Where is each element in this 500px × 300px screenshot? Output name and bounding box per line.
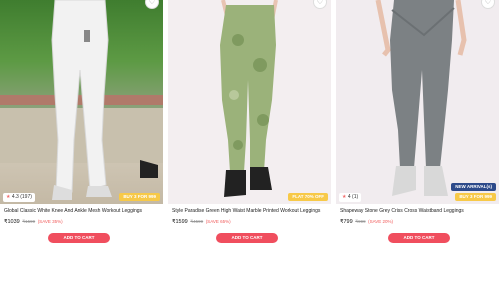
review-count: (197) [20, 194, 32, 200]
product-grid: ♡ ★ 4.3 (197) BUY 3 FOR 999 Global Class… [0, 0, 500, 245]
offer-badge: BUY 3 FOR 999 [119, 193, 160, 201]
new-arrival-badge: NEW ARRIVAL(s) [451, 183, 496, 191]
mrp-price: ₹1599 [22, 219, 36, 224]
model-photo [220, 0, 278, 197]
product-image[interactable]: ♡ ★ 4.3 (197) BUY 3 FOR 999 [0, 0, 163, 204]
product-image[interactable]: ♡ FLAT 70% OFF [168, 0, 331, 204]
review-count: (1) [352, 194, 359, 200]
rating-value: 4 [347, 194, 351, 200]
product-title[interactable]: Shapeway Stone Grey Criss Cross Waistban… [340, 208, 498, 214]
discount-label: (SAVE 35%) [37, 219, 63, 224]
rating-badge: ★ 4.3 (197) [3, 193, 35, 202]
product-title[interactable]: Global Classic White Knee And Ankle Mesh… [4, 208, 162, 214]
discount-label: (SAVE 65%) [205, 219, 231, 224]
product-title[interactable]: Style Paradise Green High Waist Marble P… [172, 208, 330, 214]
add-to-cart-button[interactable]: ADD TO CART [216, 233, 278, 243]
star-icon: ★ [6, 194, 11, 200]
price-row: ₹1039 ₹1599 (SAVE 35%) [4, 219, 63, 225]
star-icon: ★ [342, 194, 347, 200]
rating-badge: ★ 4 (1) [339, 193, 362, 202]
product-card[interactable]: ♡ FLAT 70% OFF Style Paradise Green High… [168, 0, 331, 245]
sale-price: ₹799 [340, 219, 353, 225]
product-card[interactable]: ♡ ★ 4 (1) NEW ARRIVAL(s) BUY 3 FOR 999 S… [336, 0, 499, 245]
product-card[interactable]: ♡ ★ 4.3 (197) BUY 3 FOR 999 Global Class… [0, 0, 163, 245]
discount-label: (SAVE 20%) [368, 219, 394, 224]
sale-price: ₹1599 [172, 219, 188, 225]
mrp-price: ₹999 [355, 219, 366, 224]
add-to-cart-button[interactable]: ADD TO CART [48, 233, 110, 243]
model-photo [375, 0, 467, 196]
model-photo [0, 0, 163, 200]
product-image[interactable]: ♡ ★ 4 (1) NEW ARRIVAL(s) BUY 3 FOR 999 [336, 0, 499, 204]
sale-price: ₹1039 [4, 219, 20, 225]
offer-badge: BUY 3 FOR 999 [455, 193, 496, 201]
add-to-cart-button[interactable]: ADD TO CART [388, 233, 450, 243]
price-row: ₹1599 ₹4599 (SAVE 65%) [172, 219, 231, 225]
rating-value: 4.3 [11, 194, 19, 200]
offer-badge: FLAT 70% OFF [288, 193, 328, 201]
mrp-price: ₹4599 [190, 219, 204, 224]
price-row: ₹799 ₹999 (SAVE 20%) [340, 219, 393, 225]
